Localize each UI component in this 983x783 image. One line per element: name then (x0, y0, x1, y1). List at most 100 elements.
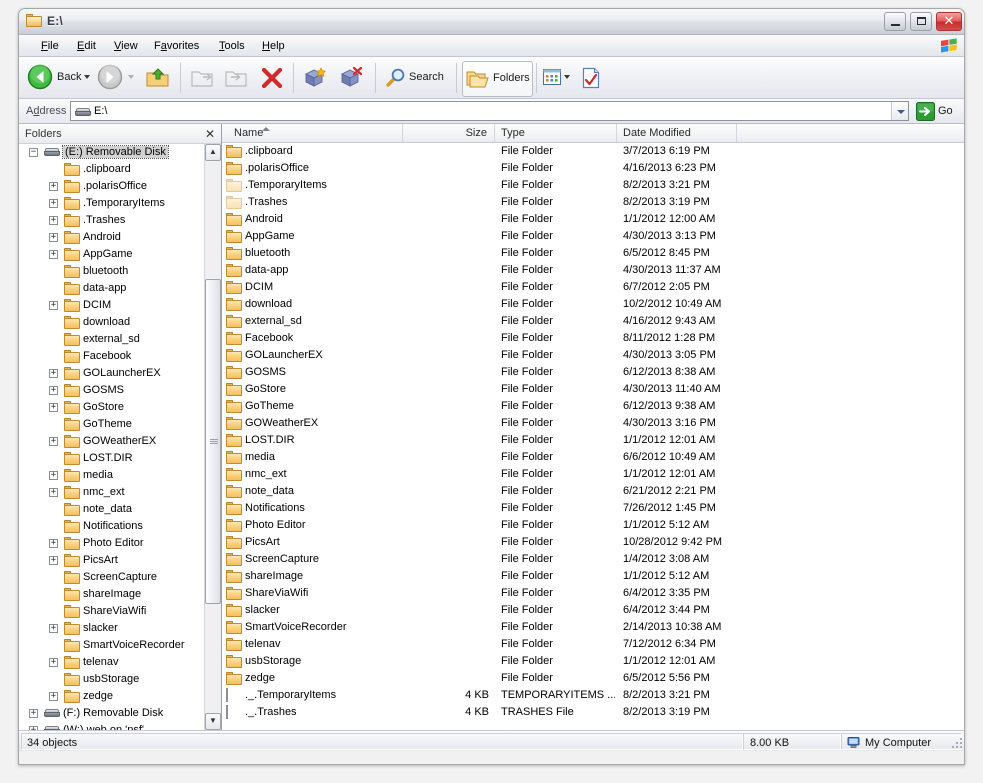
expand-icon[interactable]: + (49, 386, 58, 395)
table-row[interactable]: bluetooth File Folder 6/5/2012 8:45 PM (222, 245, 964, 262)
folder-icon (64, 214, 80, 227)
table-row[interactable]: ScreenCapture File Folder 1/4/2012 3:08 AM (222, 551, 964, 568)
table-row[interactable]: .TemporaryItems File Folder 8/2/2013 3:21 … (222, 177, 964, 194)
table-row[interactable]: media File Folder 6/6/2012 10:49 AM (222, 449, 964, 466)
up-button[interactable] (144, 60, 174, 96)
table-row[interactable]: external_sd File Folder 4/16/2012 9:43 AM (222, 313, 964, 330)
removable-drive-icon (75, 106, 91, 118)
delete-button[interactable] (259, 60, 287, 96)
scroll-up-button[interactable]: ▲ (205, 144, 221, 161)
expand-icon[interactable]: + (49, 556, 58, 565)
tree-item-label: Photo Editor (83, 537, 144, 549)
expand-icon[interactable]: + (49, 369, 58, 378)
expand-icon[interactable]: + (49, 658, 58, 667)
scroll-down-button[interactable]: ▼ (205, 713, 221, 730)
address-label: Address (26, 105, 67, 117)
column-header-name[interactable]: Name (228, 124, 403, 142)
expand-icon[interactable]: + (49, 471, 58, 480)
expand-icon[interactable]: + (49, 199, 58, 208)
forward-button[interactable] (97, 60, 137, 96)
menu-file[interactable]: FFileile (36, 39, 64, 53)
table-row[interactable]: note_data File Folder 6/21/2012 2:21 PM (222, 483, 964, 500)
table-row[interactable]: AppGame File Folder 4/30/2013 3:13 PM (222, 228, 964, 245)
expand-icon[interactable]: + (49, 250, 58, 259)
column-header-date-modified[interactable]: Date Modified (617, 124, 737, 142)
table-row[interactable]: PicsArt File Folder 10/28/2012 9:42 PM (222, 534, 964, 551)
back-dropdown-arrow-icon[interactable] (84, 75, 90, 79)
table-row[interactable]: slacker File Folder 6/4/2012 3:44 PM (222, 602, 964, 619)
table-row[interactable]: Photo Editor File Folder 1/1/2012 5:12 AM (222, 517, 964, 534)
table-row[interactable]: GoStore File Folder 4/30/2013 11:40 AM (222, 381, 964, 398)
table-row[interactable]: data-app File Folder 4/30/2013 11:37 AM (222, 262, 964, 279)
menu-edit[interactable]: Edit (72, 39, 101, 53)
expand-icon[interactable]: + (49, 488, 58, 497)
expand-icon[interactable]: + (49, 624, 58, 633)
table-row[interactable]: DCIM File Folder 6/7/2012 2:05 PM (222, 279, 964, 296)
table-row[interactable]: nmc_ext File Folder 1/1/2012 12:01 AM (222, 466, 964, 483)
back-button[interactable]: Back (26, 60, 92, 96)
close-button[interactable]: ✕ (936, 12, 962, 31)
search-button[interactable]: Search (385, 60, 453, 96)
table-row[interactable]: ._.Trashes 4 KB TRASHES File 8/2/2013 3:19 … (222, 704, 964, 721)
views-dropdown-arrow-icon[interactable] (564, 75, 570, 79)
table-row[interactable]: Facebook File Folder 8/11/2012 1:28 PM (222, 330, 964, 347)
column-header-blank[interactable] (737, 124, 964, 142)
checklist-button[interactable] (581, 60, 609, 96)
expand-icon[interactable]: + (49, 182, 58, 191)
table-row[interactable]: telenav File Folder 7/12/2012 6:34 PM (222, 636, 964, 653)
table-row[interactable]: .clipboard File Folder 3/7/2013 6:19 PM (222, 143, 964, 160)
collapse-icon[interactable]: − (29, 148, 38, 157)
expand-icon[interactable]: + (49, 233, 58, 242)
folder-tree[interactable]: − (E:) Removable Disk .clipboard + .polarisO… (19, 144, 204, 730)
table-row[interactable]: Notifications File Folder 7/26/2012 1:45 P… (222, 500, 964, 517)
undo-button[interactable] (301, 60, 333, 96)
table-row[interactable]: Android File Folder 1/1/2012 12:00 AM (222, 211, 964, 228)
table-row[interactable]: LOST.DIR File Folder 1/1/2012 12:01 AM (222, 432, 964, 449)
table-row[interactable]: shareImage File Folder 1/1/2012 5:12 AM (222, 568, 964, 585)
table-row[interactable]: .Trashes File Folder 8/2/2013 3:19 PM (222, 194, 964, 211)
table-row[interactable]: ShareViaWifi File Folder 6/4/2012 3:35 PM (222, 585, 964, 602)
table-row[interactable]: ._.TemporaryItems 4 KB TEMPORARYITEMS ... 8… (222, 687, 964, 704)
copy-to-button[interactable] (223, 60, 253, 96)
expand-icon[interactable]: + (49, 301, 58, 310)
minimize-button[interactable] (883, 12, 906, 31)
file-date-modified: 1/1/2012 12:01 AM (623, 434, 716, 446)
folder-icon (64, 418, 80, 431)
table-row[interactable]: GOWeatherEX File Folder 4/30/2013 3:16 PM (222, 415, 964, 432)
close-folders-pane-button[interactable]: ✕ (205, 127, 215, 141)
file-date-modified: 3/7/2013 6:19 PM (623, 145, 710, 157)
expand-icon[interactable]: + (29, 709, 38, 718)
menu-help[interactable]: Help (257, 39, 290, 53)
menu-view[interactable]: View (109, 39, 143, 53)
menu-tools[interactable]: Tools (214, 39, 250, 53)
move-to-button[interactable] (189, 60, 219, 96)
views-button[interactable] (543, 60, 575, 96)
table-row[interactable]: GoTheme File Folder 6/12/2013 9:38 AM (222, 398, 964, 415)
forward-dropdown-arrow-icon[interactable] (128, 75, 134, 79)
folders-button[interactable]: Folders (462, 61, 533, 97)
redo-button[interactable] (337, 60, 369, 96)
table-row[interactable]: GOSMS File Folder 6/12/2013 8:38 AM (222, 364, 964, 381)
expand-icon[interactable]: + (49, 692, 58, 701)
scrollbar-thumb[interactable] (205, 279, 221, 604)
column-header-size[interactable]: Size (403, 124, 495, 142)
resize-grip-icon[interactable] (952, 738, 963, 749)
table-row[interactable]: zedge File Folder 6/5/2012 5:56 PM (222, 670, 964, 687)
address-input[interactable]: E:\ (70, 101, 909, 121)
table-row[interactable]: GOLauncherEX File Folder 4/30/2013 3:05 PM (222, 347, 964, 364)
table-row[interactable]: usbStorage File Folder 1/1/2012 12:01 AM (222, 653, 964, 670)
column-header-type[interactable]: Type (495, 124, 617, 142)
expand-icon[interactable]: + (49, 403, 58, 412)
address-dropdown-button[interactable] (891, 102, 908, 120)
folder-tree-scrollbar[interactable]: ▲ ▼ (204, 144, 221, 730)
file-list-rows[interactable]: .clipboard File Folder 3/7/2013 6:19 PM .po… (222, 143, 964, 730)
expand-icon[interactable]: + (49, 216, 58, 225)
folder-icon (226, 621, 242, 634)
menu-favorites[interactable]: Favorites (149, 39, 204, 53)
expand-icon[interactable]: + (49, 539, 58, 548)
maximize-button[interactable] (909, 12, 932, 31)
expand-icon[interactable]: + (49, 437, 58, 446)
table-row[interactable]: .polarisOffice File Folder 4/16/2013 6:23 … (222, 160, 964, 177)
table-row[interactable]: SmartVoiceRecorder File Folder 2/14/2013 1… (222, 619, 964, 636)
table-row[interactable]: download File Folder 10/2/2012 10:49 AM (222, 296, 964, 313)
